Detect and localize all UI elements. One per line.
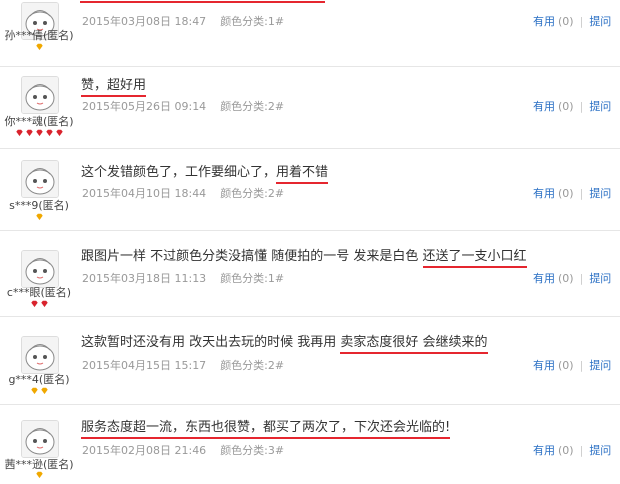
review-date: 2015年03月08日 18:47 xyxy=(82,15,207,28)
avatar[interactable] xyxy=(21,76,59,114)
default-avatar-icon xyxy=(22,337,58,373)
useful-button[interactable]: 有用 xyxy=(533,15,555,28)
buyer-rank-badges xyxy=(0,43,78,53)
red-diamond-icon xyxy=(40,300,48,308)
review-item: s***9(匿名) 这个发错颜色了，工作要细心了，用着不错 2015年04月10… xyxy=(0,148,620,231)
highlighted-phrase: 还送了一支小口红 xyxy=(422,249,527,268)
review-actions: 有用 (0) | 提问 xyxy=(533,442,611,458)
avatar[interactable] xyxy=(21,250,59,288)
reviewer-name[interactable]: 茜***逊(匿名) xyxy=(0,456,78,472)
ask-button[interactable]: 提问 xyxy=(589,444,611,457)
divider: | xyxy=(579,444,584,457)
review-date: 2015年03月18日 11:13 xyxy=(82,272,207,285)
ask-button[interactable]: 提问 xyxy=(589,187,611,200)
highlighted-phrase: 卖家态度很好 会继续来的 xyxy=(340,335,488,354)
default-avatar-icon xyxy=(22,77,58,113)
avatar[interactable] xyxy=(21,336,59,374)
useful-count: (0) xyxy=(558,187,574,200)
red-diamond-icon xyxy=(30,300,38,308)
review-sku: 颜色分类:2# xyxy=(220,359,285,372)
review-item: 孙***倩(匿名) 2015年03月08日 18:47 颜色分类:1# 有用 (0)… xyxy=(0,0,620,67)
review-sku: 颜色分类:3# xyxy=(220,444,285,457)
reviewer-name[interactable]: 你***魂(匿名) xyxy=(0,113,78,129)
review-meta: 2015年03月08日 18:47 颜色分类:1# xyxy=(82,13,284,29)
divider: | xyxy=(579,359,584,372)
red-diamond-icon xyxy=(55,129,63,137)
buyer-rank-badges xyxy=(0,471,78,481)
ask-button[interactable]: 提问 xyxy=(589,100,611,113)
review-item: 你***魂(匿名) 赞，超好用 2015年05月26日 09:14 颜色分类:2#… xyxy=(0,66,620,149)
buyer-rank-badges xyxy=(0,300,78,310)
review-meta: 2015年04月10日 18:44 颜色分类:2# xyxy=(82,185,284,201)
reviewer-name[interactable]: 孙***倩(匿名) xyxy=(0,27,78,43)
review-date: 2015年04月15日 15:17 xyxy=(82,359,207,372)
review-item: c***眼(匿名) 跟图片一样 不过颜色分类没搞懂 随便拍的一号 发来是白色 还… xyxy=(0,230,620,317)
review-item: 茜***逊(匿名) 服务态度超一流，东西也很赞，都买了两次了，下次还会光临的! … xyxy=(0,404,620,484)
useful-count: (0) xyxy=(558,15,574,28)
default-avatar-icon xyxy=(22,161,58,197)
review-item: g***4(匿名) 这款暂时还没有用 改天出去玩的时候 我再用 卖家态度很好 会… xyxy=(0,316,620,405)
review-content: 这款暂时还没有用 改天出去玩的时候 我再用 卖家态度很好 会继续来的 xyxy=(81,331,488,354)
gold-diamond-icon xyxy=(35,471,43,479)
review-content: 服务态度超一流，东西也很赞，都买了两次了，下次还会光临的! xyxy=(81,416,451,439)
divider: | xyxy=(579,100,584,113)
review-sku: 颜色分类:2# xyxy=(220,187,285,200)
useful-count: (0) xyxy=(558,100,574,113)
reviewer-name[interactable]: g***4(匿名) xyxy=(0,371,78,387)
review-meta: 2015年03月18日 11:13 颜色分类:1# xyxy=(82,270,284,286)
review-content: 这个发错颜色了，工作要细心了，用着不错 xyxy=(81,161,329,184)
review-actions: 有用 (0) | 提问 xyxy=(533,185,611,201)
review-meta: 2015年05月26日 09:14 颜色分类:2# xyxy=(82,98,284,114)
review-sku: 颜色分类:1# xyxy=(220,15,285,28)
buyer-rank-badges xyxy=(0,213,78,223)
red-diamond-icon xyxy=(25,129,33,137)
useful-button[interactable]: 有用 xyxy=(533,272,555,285)
review-actions: 有用 (0) | 提问 xyxy=(533,357,611,373)
highlighted-phrase: 用着不错 xyxy=(276,165,329,184)
buyer-rank-badges xyxy=(0,387,78,397)
review-date: 2015年05月26日 09:14 xyxy=(82,100,207,113)
review-meta: 2015年02月08日 21:46 颜色分类:3# xyxy=(82,442,284,458)
red-diamond-icon xyxy=(15,129,23,137)
gold-diamond-icon xyxy=(35,213,43,221)
default-avatar-icon xyxy=(22,421,58,457)
review-date: 2015年04月10日 18:44 xyxy=(82,187,207,200)
useful-button[interactable]: 有用 xyxy=(533,359,555,372)
red-diamond-icon xyxy=(35,129,43,137)
review-sku: 颜色分类:1# xyxy=(220,272,285,285)
review-actions: 有用 (0) | 提问 xyxy=(533,13,611,29)
review-date: 2015年02月08日 21:46 xyxy=(82,444,207,457)
useful-button[interactable]: 有用 xyxy=(533,100,555,113)
avatar[interactable] xyxy=(21,160,59,198)
review-actions: 有用 (0) | 提问 xyxy=(533,270,611,286)
divider: | xyxy=(579,15,584,28)
gold-diamond-icon xyxy=(35,43,43,51)
review-content: 跟图片一样 不过颜色分类没搞懂 随便拍的一号 发来是白色 还送了一支小口红 xyxy=(81,245,527,268)
review-sku: 颜色分类:2# xyxy=(220,100,285,113)
ask-button[interactable]: 提问 xyxy=(589,15,611,28)
gold-diamond-icon xyxy=(40,387,48,395)
review-meta: 2015年04月15日 15:17 颜色分类:2# xyxy=(82,357,284,373)
divider: | xyxy=(579,272,584,285)
review-content: 赞，超好用 xyxy=(81,74,147,97)
useful-button[interactable]: 有用 xyxy=(533,187,555,200)
reviewer-name[interactable]: c***眼(匿名) xyxy=(0,284,78,300)
ask-button[interactable]: 提问 xyxy=(589,272,611,285)
highlighted-phrase: 服务态度超一流，东西也很赞，都买了两次了，下次还会光临的! xyxy=(81,420,451,439)
default-avatar-icon xyxy=(22,251,58,287)
gold-diamond-icon xyxy=(30,387,38,395)
useful-count: (0) xyxy=(558,444,574,457)
red-diamond-icon xyxy=(45,129,53,137)
highlighted-phrase: 赞，超好用 xyxy=(81,78,147,97)
useful-count: (0) xyxy=(558,272,574,285)
ask-button[interactable]: 提问 xyxy=(589,359,611,372)
buyer-rank-badges xyxy=(0,129,78,139)
useful-button[interactable]: 有用 xyxy=(533,444,555,457)
useful-count: (0) xyxy=(558,359,574,372)
avatar[interactable] xyxy=(21,420,59,458)
reviewer-name[interactable]: s***9(匿名) xyxy=(0,197,78,213)
divider: | xyxy=(579,187,584,200)
review-actions: 有用 (0) | 提问 xyxy=(533,98,611,114)
